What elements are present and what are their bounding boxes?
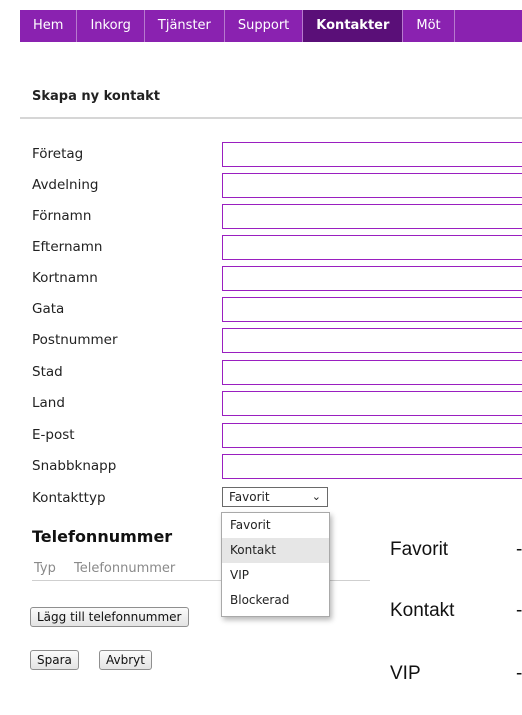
column-header: Telefonnummer — [74, 561, 176, 576]
form-row-foretag: Företag — [32, 142, 522, 168]
overlay-dash: - — [516, 539, 522, 560]
efternamn-input[interactable] — [222, 235, 522, 260]
overlay-dash: - — [516, 600, 522, 621]
field-label: Kortnamn — [32, 270, 98, 286]
option-favorit[interactable]: Favorit — [222, 513, 329, 538]
overlay-item-vip: VIP — [390, 663, 421, 684]
foretag-input[interactable] — [222, 142, 522, 167]
snabbknapp-input[interactable] — [222, 454, 522, 479]
stad-input[interactable] — [222, 360, 522, 385]
field-label: Efternamn — [32, 239, 103, 255]
phone-section-heading: Telefonnummer — [32, 527, 173, 546]
field-label: Kontakttyp — [32, 490, 106, 506]
save-button[interactable]: Spara — [30, 650, 79, 670]
nav-item-tjanster[interactable]: Tjänster — [145, 10, 225, 42]
field-label: E-post — [32, 427, 75, 443]
field-label: Företag — [32, 146, 84, 162]
select-value: Favorit — [229, 490, 270, 504]
field-label: Postnummer — [32, 332, 118, 348]
overlay-item-kontakt: Kontakt — [390, 600, 455, 621]
overlay-item-favorit: Favorit — [390, 539, 449, 560]
form-row-snabbknapp: Snabbknapp — [32, 454, 522, 480]
cancel-button[interactable]: Avbryt — [99, 650, 152, 670]
form-row-postnummer: Postnummer — [32, 328, 522, 354]
top-nav: Hem Inkorg Tjänster Support Kontakter Mö… — [20, 10, 522, 42]
epost-input[interactable] — [222, 423, 522, 448]
land-input[interactable] — [222, 391, 522, 416]
form-row-avdelning: Avdelning — [32, 173, 522, 199]
postnummer-input[interactable] — [222, 328, 522, 353]
form-row-gata: Gata — [32, 297, 522, 323]
nav-item-kontakter[interactable]: Kontakter — [303, 10, 404, 42]
fornamn-input[interactable] — [222, 204, 522, 229]
contact-type-dropdown: Favorit Kontakt VIP Blockerad — [221, 512, 330, 617]
nav-item-inkorg[interactable]: Inkorg — [77, 10, 145, 42]
chevron-down-icon: ⌄ — [311, 490, 321, 503]
field-label: Gata — [32, 301, 65, 317]
nav-item-hem[interactable]: Hem — [20, 10, 78, 42]
field-label: Stad — [32, 364, 63, 380]
kortnamn-input[interactable] — [222, 266, 522, 291]
field-label: Förnamn — [32, 208, 92, 224]
option-kontakt[interactable]: Kontakt — [222, 538, 329, 563]
avdelning-input[interactable] — [222, 173, 522, 198]
contact-type-select[interactable]: Favorit ⌄ — [222, 487, 328, 507]
nav-item-support[interactable]: Support — [225, 10, 304, 42]
option-vip[interactable]: VIP — [222, 563, 329, 588]
form-row-fornamn: Förnamn — [32, 204, 522, 230]
option-blockerad[interactable]: Blockerad — [222, 588, 329, 613]
column-header: Typ — [34, 561, 56, 576]
title-divider — [20, 117, 522, 119]
overlay-dash: - — [516, 663, 522, 684]
gata-input[interactable] — [222, 297, 522, 322]
nav-item-mot[interactable]: Möt — [403, 10, 455, 42]
form-row-land: Land — [32, 391, 522, 417]
form-row-kortnamn: Kortnamn — [32, 266, 522, 292]
page-title: Skapa ny kontakt — [32, 89, 160, 104]
field-label: Land — [32, 395, 65, 411]
form-row-epost: E-post — [32, 423, 522, 449]
form-row-stad: Stad — [32, 360, 522, 386]
field-label: Snabbknapp — [32, 458, 117, 474]
add-phone-button[interactable]: Lägg till telefonnummer — [30, 607, 189, 627]
field-label: Avdelning — [32, 177, 99, 193]
overlay-panel: Favorit - Kontakt - VIP - — [370, 515, 522, 715]
form-row-efternamn: Efternamn — [32, 235, 522, 261]
